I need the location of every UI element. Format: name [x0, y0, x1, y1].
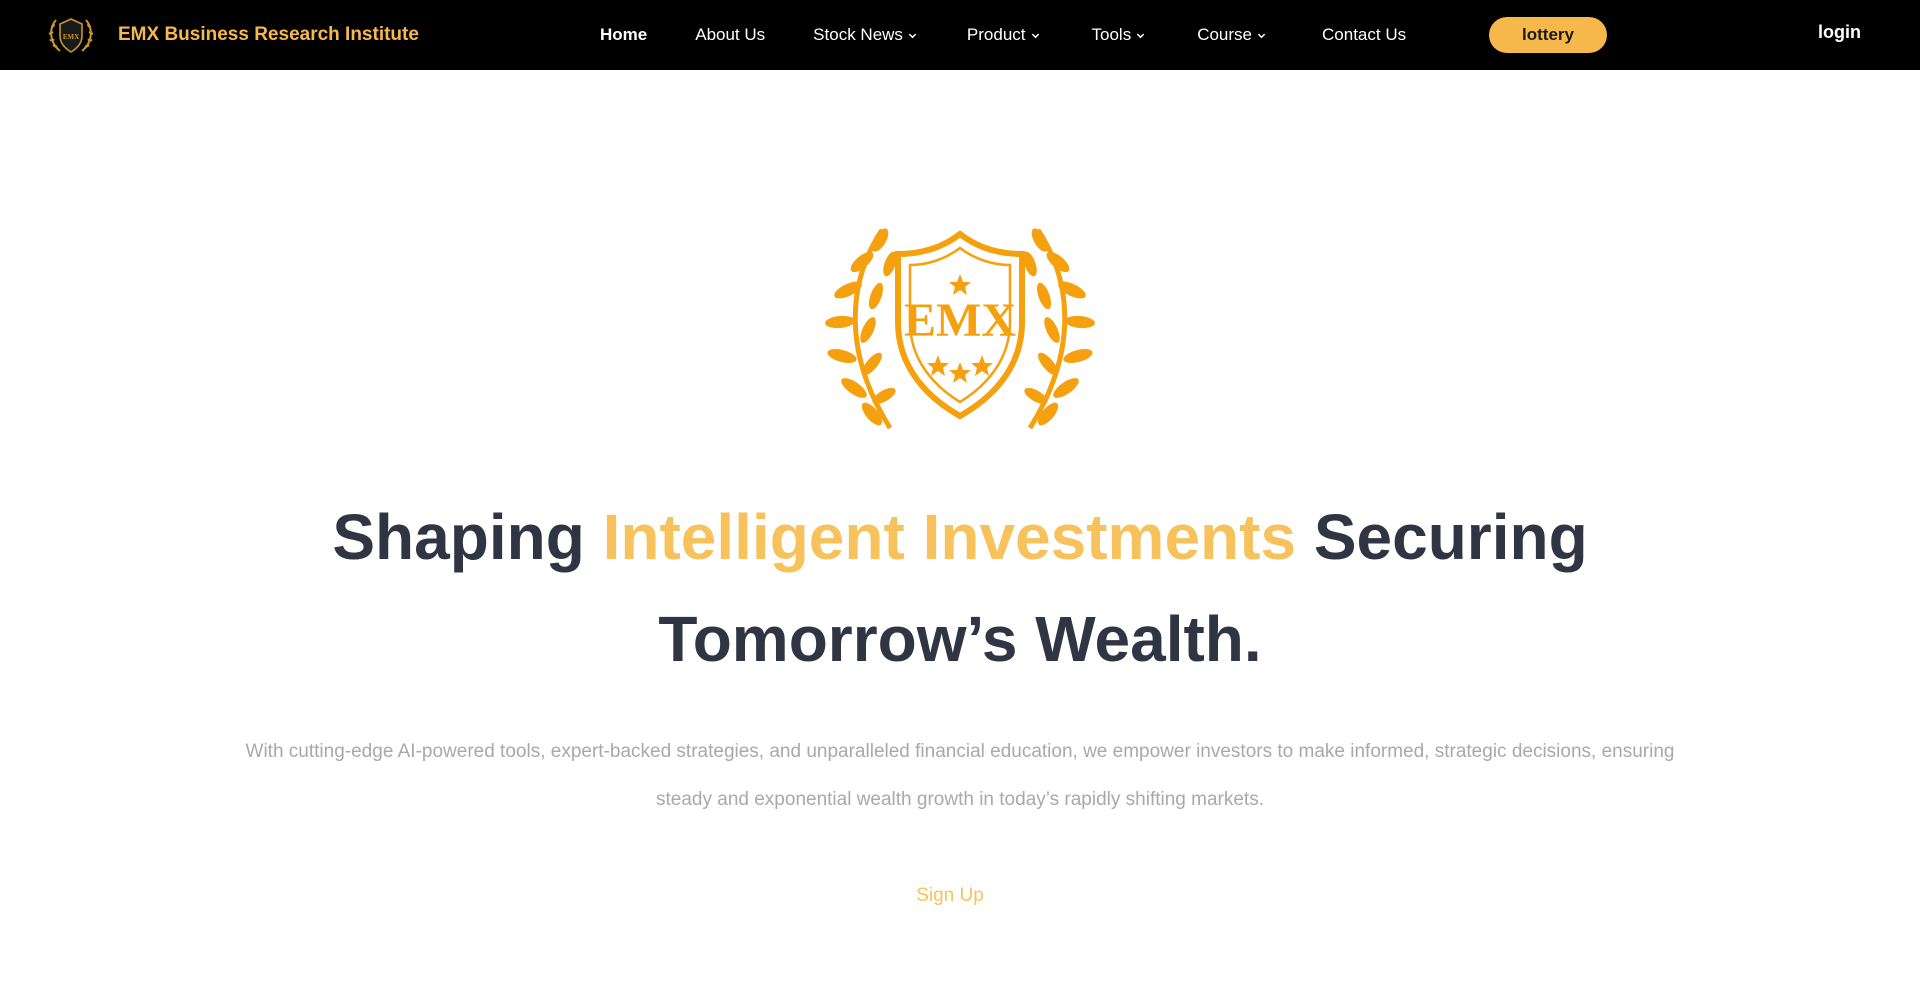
nav-product-label: Product [966, 25, 1026, 44]
sign-up-link[interactable]: Sign Up [890, 885, 1010, 907]
nav-stock-news-label: Stock News [813, 25, 903, 44]
logo-emx-text: EMX [63, 33, 79, 41]
nav-home-label: Home [600, 25, 648, 44]
emblem-emx-text: EMX [904, 294, 1016, 347]
chevron-down-icon [1257, 33, 1266, 38]
nav-contact-us-label: Contact Us [1322, 25, 1407, 44]
chevron-down-icon [908, 33, 917, 38]
brand-home-link[interactable]: EMX EMX Business Research Institute [44, 14, 419, 56]
chevron-down-icon [1137, 33, 1145, 38]
hero-description: With cutting-edge AI-powered tools, expe… [245, 741, 1675, 810]
nav-contact-us[interactable]: Contact Us [1322, 25, 1406, 45]
nav-course-label: Course [1197, 25, 1253, 44]
hero-headline: Shaping Intelligent Investments Securing… [160, 486, 1760, 690]
nav-about-us-label: About Us [695, 25, 766, 44]
main-nav: Home About Us Stock News Product Tools C… [600, 0, 1406, 70]
chevron-down-icon [1031, 33, 1039, 38]
emx-laurel-shield-emblem-icon: EMX [825, 228, 1095, 430]
headline-accent: Intelligent Investments [602, 501, 1297, 573]
nav-stock-news[interactable]: Stock News [813, 25, 917, 45]
nav-home[interactable]: Home [600, 25, 647, 45]
lottery-button[interactable]: lottery [1489, 17, 1607, 53]
nav-tools[interactable]: Tools [1092, 25, 1146, 45]
emx-laurel-shield-icon: EMX [48, 18, 94, 53]
nav-about-us[interactable]: About Us [695, 25, 765, 45]
headline-part-1: Shaping [332, 501, 603, 573]
login-link[interactable]: login [1818, 22, 1861, 43]
nav-product[interactable]: Product [967, 25, 1040, 45]
brand-name: EMX Business Research Institute [118, 24, 419, 45]
nav-course[interactable]: Course [1197, 25, 1266, 45]
nav-tools-label: Tools [1091, 25, 1132, 44]
top-navigation-bar: EMX EMX Business Research Institute Home… [0, 0, 1920, 70]
